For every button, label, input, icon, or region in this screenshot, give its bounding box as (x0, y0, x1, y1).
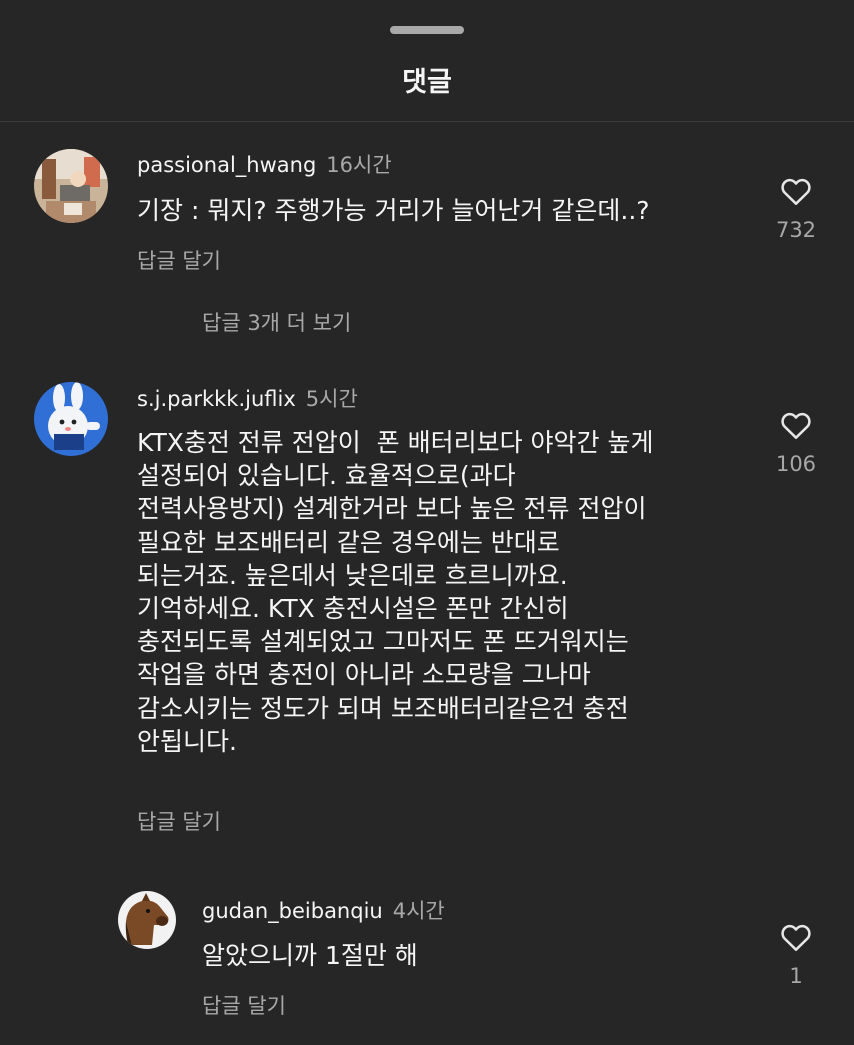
avatar[interactable] (118, 891, 176, 949)
view-more-replies-button[interactable]: 답글 3개 더 보기 (202, 307, 351, 337)
comments-sheet: 댓글 passional_hwang 16시간 기장 : 뭐지? 주행가능 거리가… (0, 0, 854, 1045)
comment-time: 4시간 (392, 899, 445, 923)
comment-text: KTX충전 전류 전압이 폰 배터리보다 야악간 높게 설정되어 있습니다. 효… (137, 428, 654, 756)
comment-username[interactable]: gudan_beibanqiu (202, 899, 383, 923)
reply-button[interactable]: 답글 달기 (137, 245, 221, 275)
comment-username[interactable]: s.j.parkkk.juflix (137, 387, 296, 411)
comment-text: 기장 : 뭐지? 주행가능 거리가 늘어난거 같은데..? (137, 196, 650, 225)
reply-button[interactable]: 답글 달기 (202, 990, 286, 1020)
like-count: 732 (775, 218, 817, 242)
comment-username[interactable]: passional_hwang (137, 153, 316, 177)
heart-icon[interactable] (766, 176, 826, 210)
like-control: 732 (766, 176, 826, 242)
comment-text: 알았으니까 1절만 해 (202, 941, 418, 970)
sheet-title: 댓글 (402, 67, 452, 98)
heart-icon[interactable] (766, 922, 826, 956)
header-divider (0, 121, 854, 122)
like-control: 1 (766, 922, 826, 988)
comment-time: 16시간 (326, 153, 392, 177)
reply-button[interactable]: 답글 달기 (137, 806, 221, 836)
like-control: 106 (766, 410, 826, 476)
drag-handle[interactable] (390, 26, 464, 34)
avatar[interactable] (34, 382, 108, 456)
avatar[interactable] (34, 149, 108, 223)
heart-icon[interactable] (766, 410, 826, 444)
like-count: 1 (789, 964, 803, 988)
like-count: 106 (775, 452, 817, 476)
comment-time: 5시간 (305, 387, 358, 411)
